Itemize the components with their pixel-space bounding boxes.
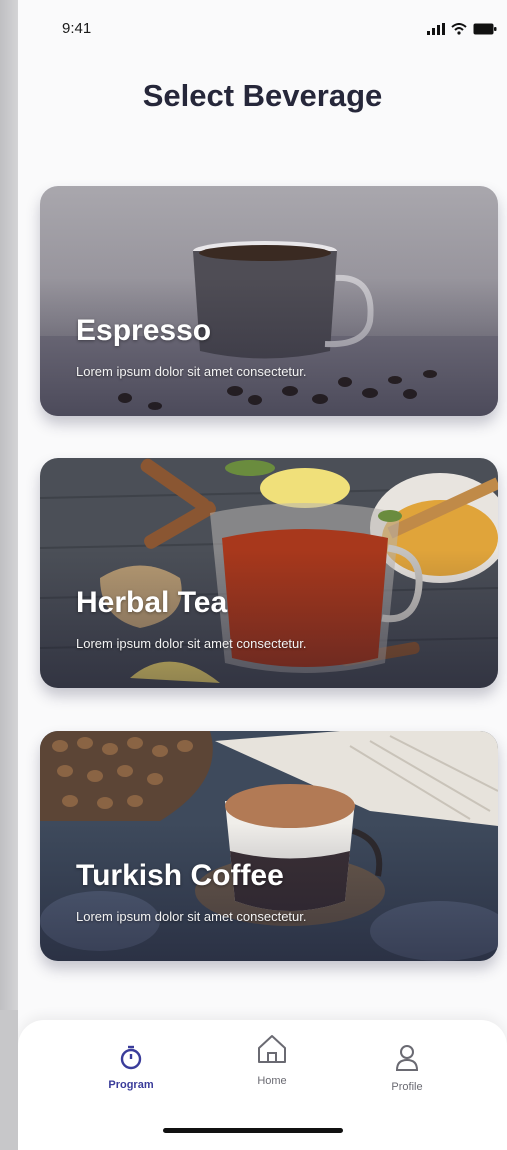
card-title: Turkish Coffee [76, 859, 284, 892]
left-edge-bottom [0, 1010, 18, 1150]
card-shade [40, 731, 498, 961]
card-subtitle: Lorem ipsum dolor sit amet consectetur. [76, 636, 307, 651]
user-icon [394, 1045, 420, 1076]
signal-icon [427, 22, 445, 40]
tab-label: Home [257, 1075, 287, 1087]
wifi-icon [451, 22, 467, 40]
card-subtitle: Lorem ipsum dolor sit amet consectetur. [76, 364, 307, 379]
page-title: Select Beverage [142, 78, 383, 113]
tab-home[interactable]: Home [212, 1032, 332, 1087]
battery-icon [473, 22, 497, 40]
beverage-card-espresso[interactable]: Espresso Lorem ipsum dolor sit amet cons… [40, 186, 498, 416]
status-time: 9:41 [62, 20, 92, 37]
beverage-card-turkish-coffee[interactable]: Turkish Coffee Lorem ipsum dolor sit ame… [40, 731, 498, 961]
status-icons [427, 22, 497, 40]
card-shade [40, 458, 498, 688]
timer-icon [118, 1045, 144, 1074]
home-indicator [163, 1128, 343, 1133]
tab-profile[interactable]: Profile [347, 1044, 467, 1093]
tab-program[interactable]: Program [71, 1044, 191, 1091]
tab-label: Program [108, 1079, 154, 1091]
card-subtitle: Lorem ipsum dolor sit amet consectetur. [76, 909, 307, 924]
card-title: Herbal Tea [76, 586, 228, 619]
status-bar: 9:41 [18, 0, 507, 60]
phone-screen: 9:41 Select Beverage Espresso Lorem ipsu… [18, 0, 507, 1150]
card-title: Espresso [76, 314, 212, 347]
tab-label: Profile [391, 1081, 423, 1093]
beverage-card-herbal-tea[interactable]: Herbal Tea Lorem ipsum dolor sit amet co… [40, 458, 498, 688]
left-edge [0, 0, 18, 1150]
card-shade [40, 186, 498, 416]
home-icon [255, 1035, 289, 1070]
